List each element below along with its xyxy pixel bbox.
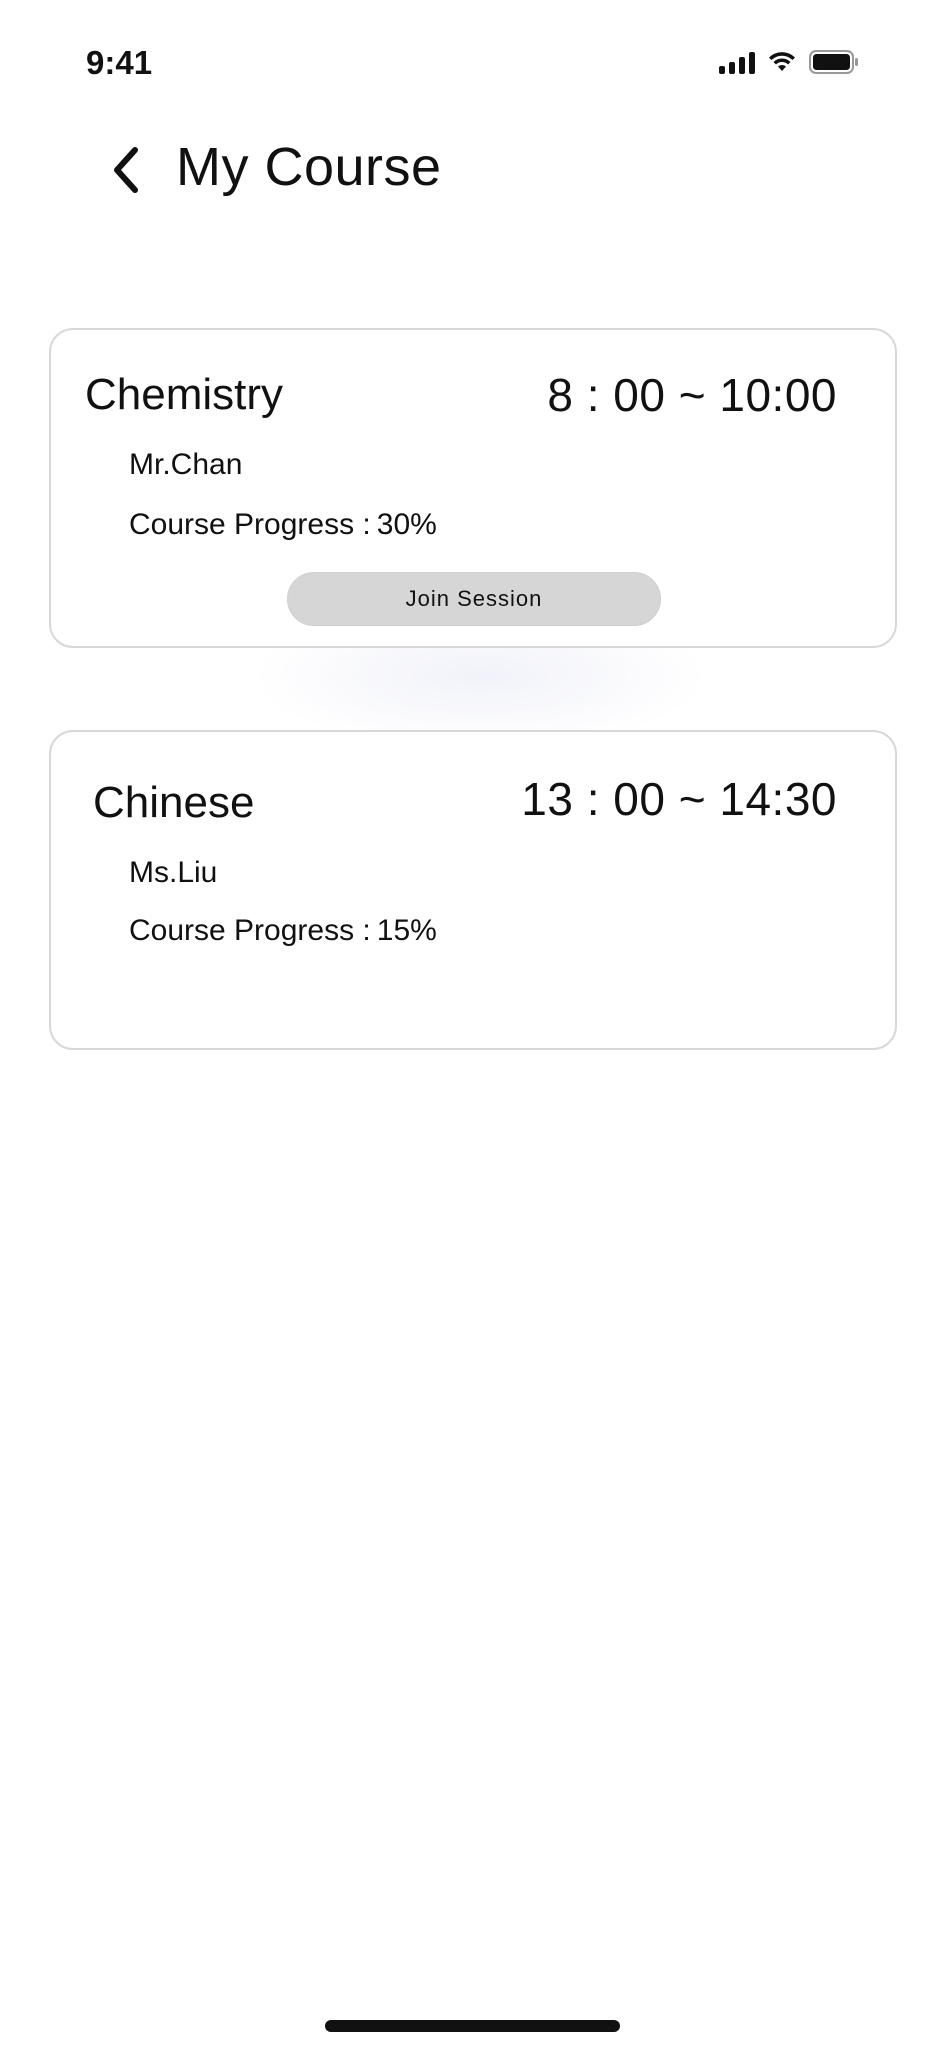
progress-value: 15%	[376, 914, 437, 947]
join-session-button[interactable]: Join Session	[287, 572, 661, 626]
battery-icon	[809, 50, 859, 74]
wifi-icon	[767, 51, 797, 73]
signal-icon	[719, 50, 755, 74]
course-progress: Course Progress : 30%	[129, 508, 437, 542]
status-icons	[719, 50, 859, 74]
chevron-left-icon	[111, 146, 141, 199]
teacher-name: Ms.Liu	[129, 856, 218, 889]
course-card-chemistry[interactable]: Chemistry 8 : 00 ~ 10:00 Mr.Chan Course …	[49, 328, 897, 648]
page-title: My Course	[176, 137, 442, 197]
course-time: 13 : 00 ~ 14:30	[521, 773, 837, 825]
course-card-chinese[interactable]: Chinese 13 : 00 ~ 14:30 Ms.Liu Course Pr…	[49, 730, 897, 1050]
back-button[interactable]	[106, 144, 146, 200]
progress-label: Course Progress :	[129, 914, 371, 947]
course-name: Chemistry	[85, 370, 284, 419]
course-name: Chinese	[93, 778, 255, 827]
progress-label: Course Progress :	[129, 508, 371, 541]
status-time: 9:41	[86, 44, 153, 81]
course-time: 8 : 00 ~ 10:00	[547, 369, 837, 421]
course-progress: Course Progress : 15%	[129, 914, 437, 948]
home-indicator[interactable]	[325, 2020, 620, 2032]
teacher-name: Mr.Chan	[129, 448, 243, 481]
progress-value: 30%	[376, 508, 437, 541]
